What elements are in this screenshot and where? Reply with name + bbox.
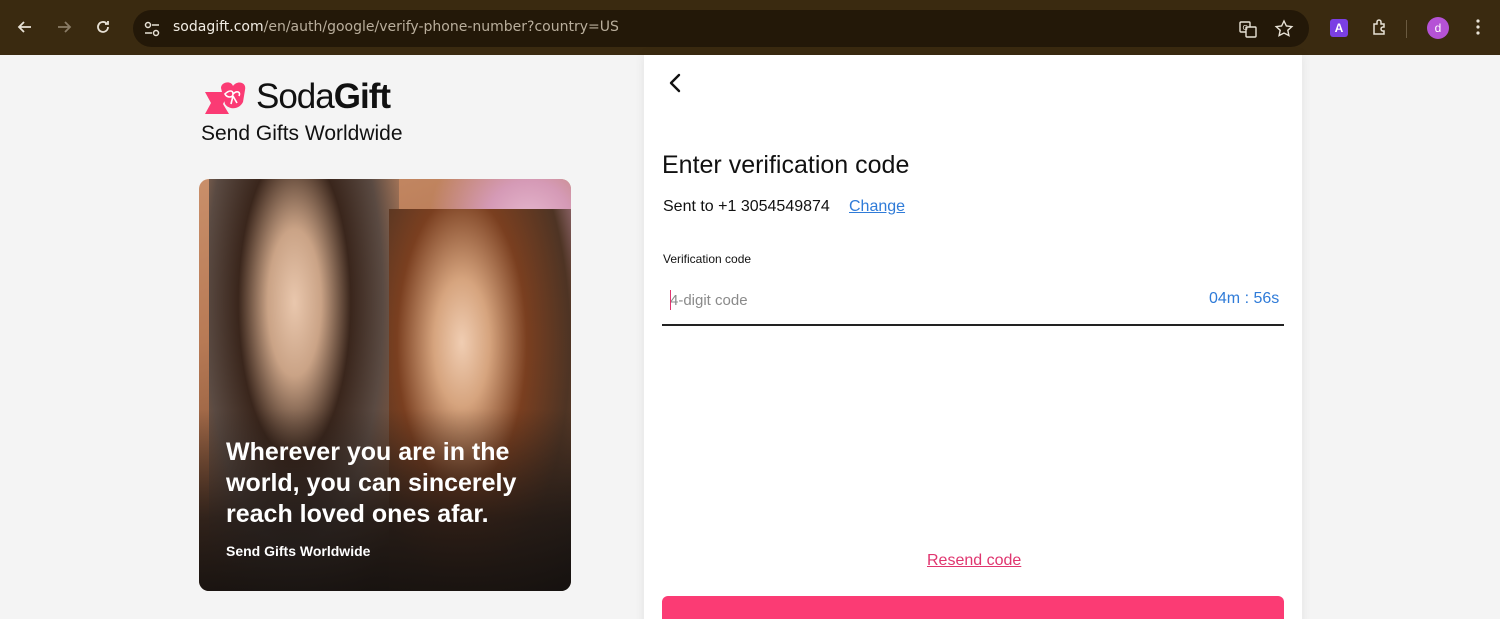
sent-to-text: Sent to +1 3054549874 [663,198,830,215]
resend-code-link[interactable]: Resend code [927,552,1021,570]
profile-avatar[interactable]: d [1427,17,1449,39]
text-caret [670,290,671,310]
promo-headline: Wherever you are in the world, you can s… [226,438,517,528]
translate-icon[interactable]: G [1238,19,1258,39]
extensions-puzzle-icon[interactable] [1367,14,1393,40]
site-settings-icon[interactable] [143,20,161,38]
verification-code-input[interactable] [662,282,1202,318]
more-menu-icon[interactable] [1465,14,1491,40]
verification-card [644,55,1302,619]
forward-arrow-icon[interactable] [51,14,77,40]
url-text[interactable]: sodagift.com/en/auth/google/verify-phone… [173,19,619,35]
address-bar[interactable]: sodagift.com/en/auth/google/verify-phone… [133,10,1309,47]
input-underline [662,324,1284,326]
svg-text:G: G [1243,24,1248,32]
extension-icon[interactable]: A [1330,19,1348,37]
change-number-link[interactable]: Change [849,198,905,216]
verification-code-label: Verification code [663,252,752,266]
browser-toolbar: sodagift.com/en/auth/google/verify-phone… [0,0,1500,55]
back-chevron-icon[interactable] [665,70,687,96]
toolbar-divider [1406,20,1407,38]
reload-icon[interactable] [90,14,116,40]
promo-image: Wherever you are in the world, you can s… [199,179,571,591]
submit-button[interactable] [662,596,1284,619]
sodagift-logo-icon [205,82,246,114]
countdown-timer: 04m : 56s [1209,290,1280,307]
brand-tagline: Send Gifts Worldwide [201,122,403,145]
back-arrow-icon[interactable] [12,14,38,40]
promo-caption: Send Gifts Worldwide [226,543,371,559]
page-title: Enter verification code [662,151,910,179]
brand-name: SodaGift [256,77,391,116]
bookmark-star-icon[interactable] [1274,19,1294,39]
